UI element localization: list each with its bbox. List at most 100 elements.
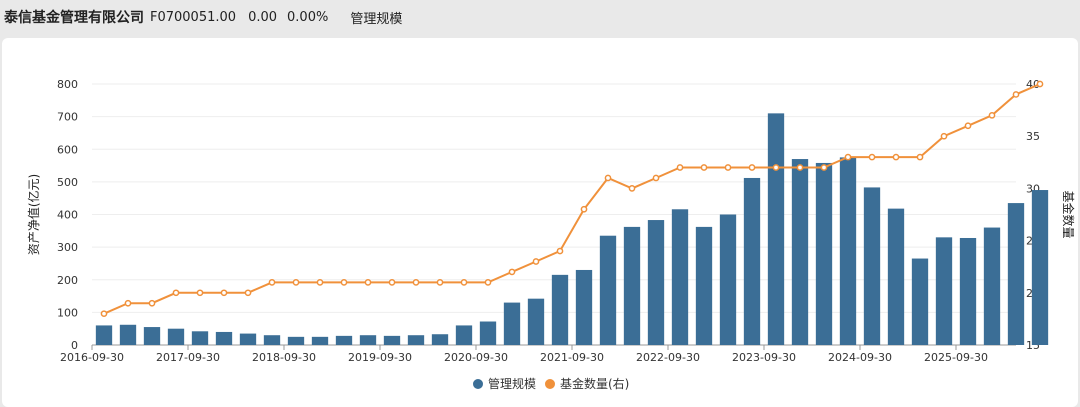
fund-code: F0700051.00 [150, 9, 237, 25]
bar [215, 331, 233, 345]
line-point [532, 258, 540, 265]
header-bar: 泰信基金管理有限公司 F0700051.00 0.00 0.00% 管理规模 [0, 0, 1080, 34]
line-point [796, 164, 804, 171]
bar [191, 331, 209, 345]
line-point [748, 164, 756, 171]
bar [863, 187, 881, 345]
bar [647, 220, 665, 345]
line-point [868, 153, 876, 161]
bar [503, 302, 521, 345]
bar [551, 274, 569, 345]
legend-label-scale: 管理规模 [488, 376, 536, 391]
x-tick-label: 2017-09-30 [156, 351, 220, 364]
bar [959, 237, 977, 345]
line-point [196, 289, 204, 297]
legend-marker-scale [473, 379, 483, 389]
bar [743, 177, 761, 345]
y-tick-label: 700 [57, 111, 78, 124]
y-tick-label: 600 [57, 143, 78, 156]
bar [911, 258, 929, 345]
bar [455, 325, 473, 345]
bar [263, 335, 281, 345]
bar [407, 335, 425, 345]
bar [839, 157, 857, 345]
bar [311, 336, 329, 345]
y-tick-label: 500 [57, 176, 78, 189]
tab-management-scale[interactable]: 管理规模 [350, 8, 402, 27]
line-point [220, 289, 228, 297]
line-point [820, 164, 828, 171]
y-tick-label: 400 [57, 209, 78, 222]
bar [983, 227, 1001, 345]
bar [935, 237, 953, 345]
bar [815, 162, 833, 345]
bar [719, 214, 737, 345]
bar [359, 335, 377, 345]
y-axis-title: 资产净值(亿元) [26, 174, 41, 255]
y2-axis-title: 基金数量 [1061, 190, 1076, 238]
line-point [364, 279, 372, 286]
bar [623, 226, 641, 345]
legend-label-count: 基金数量(右) [560, 376, 629, 391]
y-tick-label: 100 [57, 306, 78, 319]
bar [695, 226, 713, 345]
y2-tick-label: 35 [1026, 130, 1040, 143]
line-point [700, 164, 708, 171]
line-point [916, 153, 924, 161]
bar [239, 333, 257, 345]
line-point [652, 174, 660, 182]
bar [527, 298, 545, 345]
bar [383, 335, 401, 345]
bar [95, 325, 113, 345]
line-point [484, 279, 492, 286]
bar [671, 209, 689, 345]
bar [479, 321, 497, 345]
line-point [340, 279, 348, 286]
bar [791, 159, 809, 345]
line-point [100, 310, 108, 318]
x-tick-label: 2024-09-30 [828, 351, 892, 364]
line-point [508, 268, 516, 276]
y-tick-label: 300 [57, 241, 78, 254]
line-point [580, 205, 588, 213]
x-tick-label: 2020-09-30 [444, 351, 508, 364]
y-tick-label: 800 [57, 78, 78, 91]
bar [575, 269, 593, 345]
x-tick-label: 2018-09-30 [252, 351, 316, 364]
line-point [388, 279, 396, 286]
line-point [316, 279, 324, 286]
bar [335, 335, 353, 345]
change-percent: 0.00% [287, 9, 329, 25]
line-point [292, 279, 300, 286]
x-tick-label: 2022-09-30 [636, 351, 700, 364]
line-point [436, 279, 444, 286]
line-point [556, 247, 564, 255]
line-point [892, 153, 900, 161]
line-point [940, 132, 948, 140]
x-tick-label: 2021-09-30 [540, 351, 604, 364]
line-point [724, 164, 732, 171]
x-tick-label: 2016-09-30 [60, 351, 124, 364]
line-point [412, 279, 420, 286]
line-point [628, 185, 636, 192]
bar [887, 208, 905, 345]
line-point [1036, 80, 1044, 88]
y-tick-label: 200 [57, 274, 78, 287]
price-value: 0.00 [248, 9, 278, 25]
combo-chart: 0100200300400500600700800152025303540201… [26, 78, 1076, 391]
chart-panel: 0100200300400500600700800152025303540201… [2, 38, 1078, 407]
line-point [172, 289, 180, 297]
x-tick-label: 2023-09-30 [732, 351, 796, 364]
line-point [604, 174, 612, 182]
company-name: 泰信基金管理有限公司 [4, 10, 144, 26]
bar [287, 336, 305, 345]
x-tick-label: 2025-09-30 [924, 351, 988, 364]
line-point [964, 122, 972, 130]
bar [1007, 203, 1025, 345]
line-point [676, 164, 684, 171]
x-tick-label: 2019-09-30 [348, 351, 412, 364]
bar [767, 113, 785, 345]
line-point [460, 279, 468, 286]
line-point [268, 279, 276, 286]
bar [431, 334, 449, 345]
